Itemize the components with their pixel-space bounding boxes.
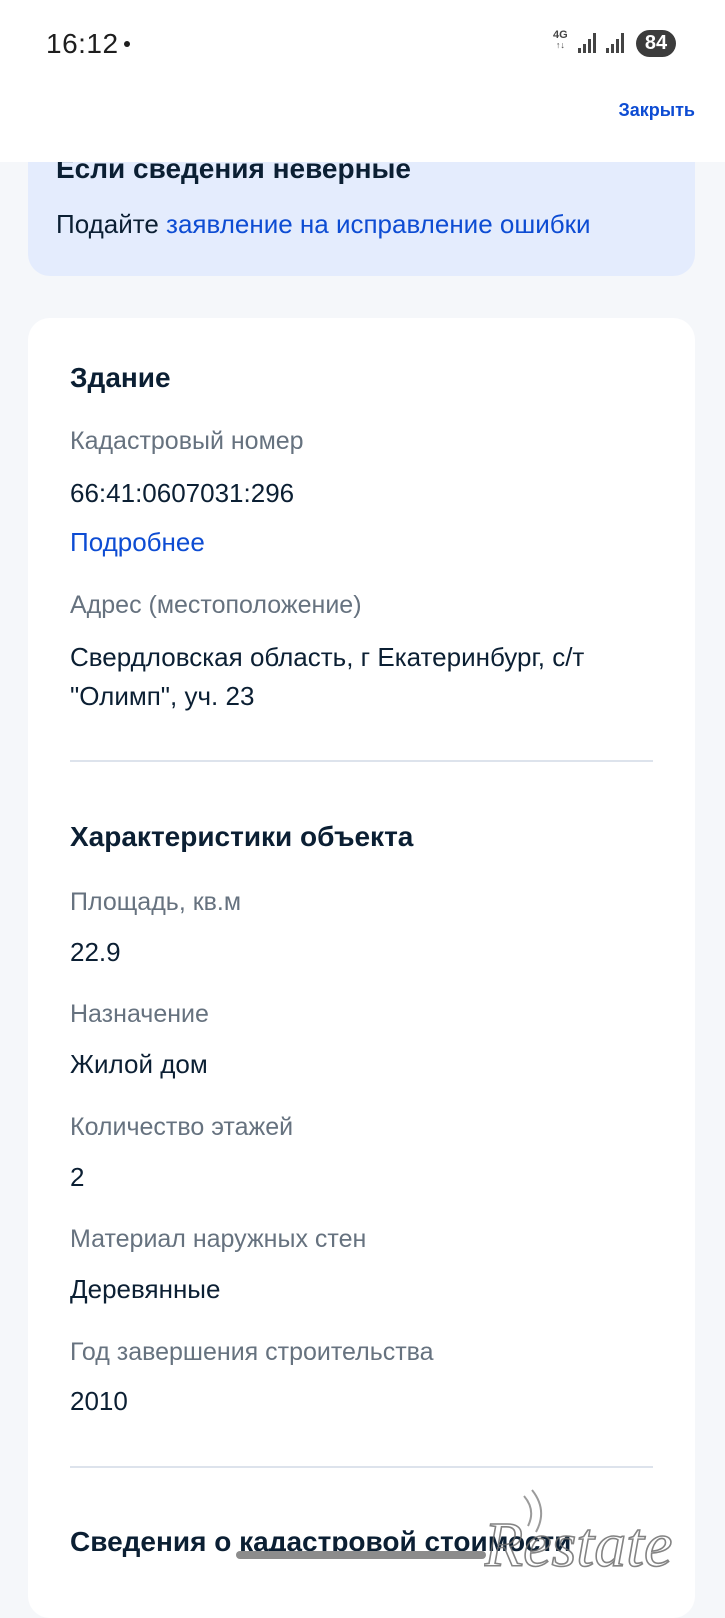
status-time: 16:12	[46, 28, 119, 59]
object-card: Здание Кадастровый номер 66:41:0607031:2…	[28, 318, 695, 1618]
floors-label: Количество этажей	[70, 1113, 294, 1141]
more-details-link[interactable]: Подробнее	[70, 527, 205, 558]
data-arrows-icon: ↑↓	[555, 40, 565, 50]
address-value-line1: Свердловская область, г Екатеринбург, с/…	[70, 642, 585, 672]
area-value: 22.9	[70, 937, 121, 967]
area-label: Площадь, кв.м	[70, 888, 242, 916]
wall-material-value: Деревянные	[70, 1274, 221, 1304]
watermark-text: Restate	[484, 1509, 672, 1572]
purpose-value: Жилой дом	[70, 1049, 208, 1079]
network-type-icon: 4G ↑↓	[553, 29, 568, 51]
info-panel-text-prefix: Подайте	[56, 209, 167, 239]
address-value-line2: "Олимп", уч. 23	[70, 681, 255, 711]
characteristics-section-title: Характеристики объекта	[70, 821, 414, 852]
home-indicator[interactable]	[236, 1551, 486, 1559]
restate-watermark-logo: Restate	[484, 1489, 673, 1572]
info-panel-text: Подайте заявление на исправление ошибки	[56, 209, 591, 240]
cadastral-number-value: 66:41:0607031:296	[70, 478, 295, 508]
wall-material-label: Материал наружных стен	[70, 1225, 367, 1253]
section-divider	[70, 1466, 653, 1468]
construction-year-value: 2010	[70, 1386, 128, 1416]
section-divider	[70, 760, 653, 762]
correction-request-link[interactable]: заявление на исправление ошибки	[166, 209, 590, 239]
floors-value: 2	[70, 1162, 85, 1192]
construction-year-label: Год завершения строительства	[70, 1338, 434, 1366]
battery-level-icon: 84	[636, 30, 676, 57]
cadastral-number-label: Кадастровый номер	[70, 427, 304, 455]
notification-dot-icon	[124, 41, 130, 47]
signal-strength-icon	[578, 33, 600, 53]
address-label: Адрес (местоположение)	[70, 591, 362, 619]
purpose-label: Назначение	[70, 1000, 209, 1028]
top-navigation: Закрыть	[0, 90, 725, 162]
status-bar: 16:12 4G ↑↓ 84	[0, 0, 725, 90]
close-button[interactable]: Закрыть	[618, 100, 695, 121]
building-section-title: Здание	[70, 362, 171, 393]
network-type-label: 4G	[553, 29, 568, 41]
signal-strength-sim2-icon	[606, 33, 628, 53]
